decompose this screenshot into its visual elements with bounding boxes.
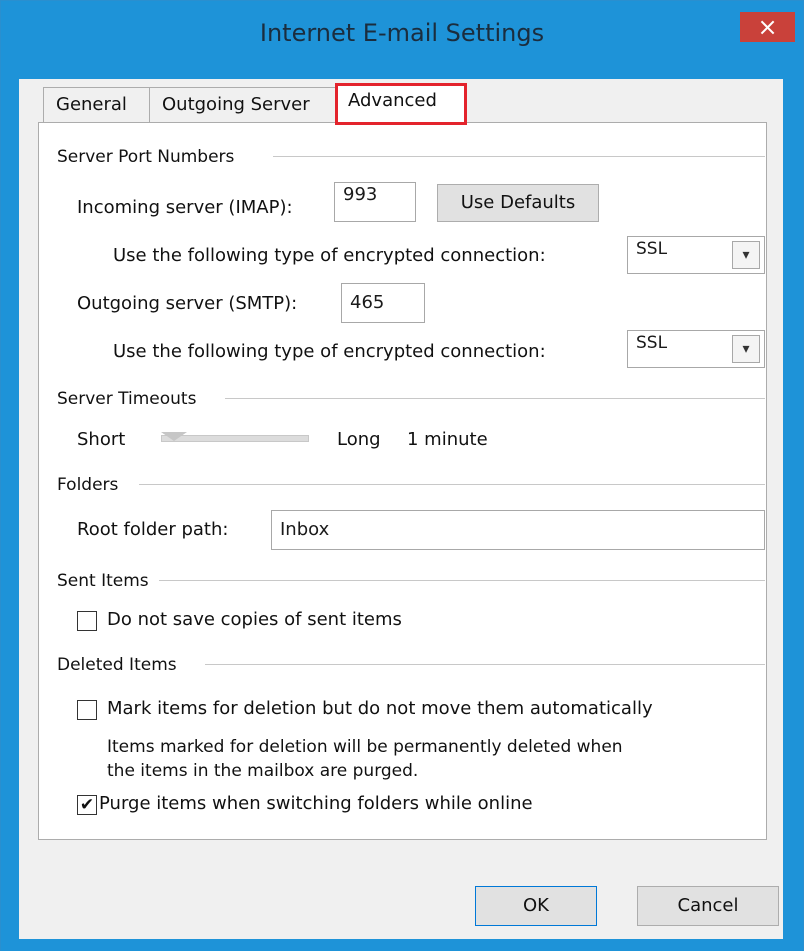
mark-deletion-checkbox[interactable]	[77, 700, 97, 720]
incoming-encryption-value: SSL	[636, 239, 668, 259]
incoming-port-input[interactable]: 993	[334, 182, 416, 222]
window-title: Internet E-mail Settings	[259, 19, 545, 47]
window-frame-left	[1, 79, 19, 940]
section-divider	[159, 580, 765, 581]
outgoing-encryption-value: SSL	[636, 333, 668, 353]
section-divider	[139, 484, 765, 485]
no-save-sent-checkbox[interactable]	[77, 611, 97, 631]
section-heading-server-ports: Server Port Numbers	[57, 147, 235, 167]
mark-deletion-label[interactable]: Mark items for deletion but do not move …	[107, 698, 653, 719]
section-heading-deleted-items: Deleted Items	[57, 655, 177, 675]
chevron-down-icon: ▾	[732, 241, 760, 269]
ok-button[interactable]: OK	[475, 886, 597, 926]
root-folder-label: Root folder path:	[77, 519, 229, 540]
purge-items-label[interactable]: Purge items when switching folders while…	[99, 793, 533, 814]
deletion-note-line-2: the items in the mailbox are purged.	[107, 761, 419, 781]
tab-outgoing-server[interactable]: Outgoing Server	[149, 87, 339, 123]
email-settings-window: Internet E-mail Settings × General Outgo…	[0, 0, 804, 951]
purge-items-checkbox[interactable]: ✔	[77, 795, 97, 815]
section-heading-sent-items: Sent Items	[57, 571, 149, 591]
close-button[interactable]: ×	[740, 12, 795, 42]
incoming-encryption-label: Use the following type of encrypted conn…	[113, 245, 546, 266]
incoming-encryption-select[interactable]: SSL ▾	[627, 236, 765, 274]
section-heading-folders: Folders	[57, 475, 119, 495]
close-icon: ×	[757, 13, 778, 41]
section-divider	[205, 664, 765, 665]
incoming-server-label: Incoming server (IMAP):	[77, 197, 293, 218]
window-frame-bottom	[1, 939, 803, 951]
section-heading-timeouts: Server Timeouts	[57, 389, 197, 409]
root-folder-input[interactable]: Inbox	[271, 510, 765, 550]
tab-advanced[interactable]: Advanced	[335, 83, 467, 125]
outgoing-port-input[interactable]: 465	[341, 283, 425, 323]
timeout-long-label: Long	[337, 429, 381, 450]
tab-general[interactable]: General	[43, 87, 153, 123]
outgoing-encryption-select[interactable]: SSL ▾	[627, 330, 765, 368]
outgoing-server-label: Outgoing server (SMTP):	[77, 293, 298, 314]
timeout-short-label: Short	[77, 429, 126, 450]
dialog-body: General Outgoing Server Advanced Server …	[19, 79, 783, 939]
check-icon: ✔	[79, 795, 95, 815]
deletion-note-line-1: Items marked for deletion will be perman…	[107, 737, 623, 757]
advanced-tab-panel	[38, 122, 767, 840]
chevron-down-icon: ▾	[732, 335, 760, 363]
section-divider	[273, 156, 765, 157]
window-frame-right	[783, 79, 803, 940]
no-save-sent-label[interactable]: Do not save copies of sent items	[107, 609, 402, 630]
section-divider	[225, 398, 765, 399]
use-defaults-button[interactable]: Use Defaults	[437, 184, 599, 222]
timeout-value: 1 minute	[407, 429, 488, 450]
cancel-button[interactable]: Cancel	[637, 886, 779, 926]
outgoing-encryption-label: Use the following type of encrypted conn…	[113, 341, 546, 362]
timeout-slider-thumb[interactable]	[161, 432, 187, 441]
title-bar[interactable]: Internet E-mail Settings ×	[1, 1, 803, 79]
